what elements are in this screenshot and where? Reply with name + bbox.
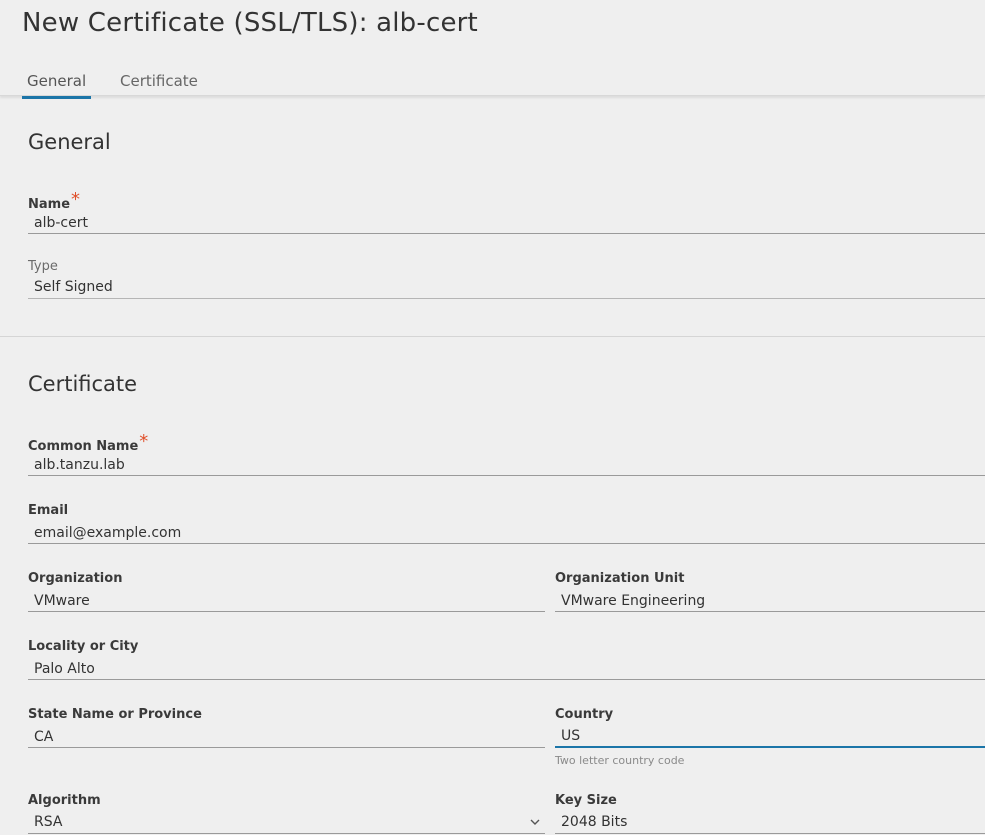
algorithm-selected-value: RSA — [34, 814, 63, 830]
email-label: Email — [28, 503, 69, 518]
algorithm-label: Algorithm — [28, 793, 101, 808]
common-name-label: Common Name* — [28, 431, 149, 455]
country-label: Country — [555, 707, 614, 722]
state-label: State Name or Province — [28, 707, 202, 722]
tab-certificate[interactable]: Certificate — [115, 72, 203, 96]
page-title: New Certificate (SSL/TLS): alb-cert — [22, 8, 478, 38]
email-input[interactable] — [28, 522, 985, 544]
section-divider — [0, 336, 985, 337]
page-header: New Certificate (SSL/TLS): alb-cert Gene… — [0, 0, 985, 99]
key-size-select[interactable]: 2048 Bits — [555, 812, 985, 834]
locality-input[interactable] — [28, 658, 985, 680]
name-label: Name* — [28, 189, 81, 213]
organization-input[interactable] — [28, 590, 545, 612]
required-marker: * — [71, 189, 81, 210]
tab-general[interactable]: General — [22, 72, 92, 99]
locality-label: Locality or City — [28, 639, 139, 654]
general-section-title: General — [28, 130, 111, 154]
organization-unit-label: Organization Unit — [555, 571, 685, 586]
type-label: Type — [28, 259, 58, 274]
common-name-input[interactable] — [28, 454, 985, 476]
common-name-label-text: Common Name — [28, 439, 139, 454]
organization-unit-input[interactable] — [555, 590, 985, 612]
country-input[interactable] — [555, 726, 985, 748]
state-input[interactable] — [28, 726, 545, 748]
name-input[interactable] — [28, 212, 985, 234]
key-size-label: Key Size — [555, 793, 617, 808]
name-label-text: Name — [28, 197, 71, 212]
organization-label: Organization — [28, 571, 123, 586]
required-marker: * — [139, 431, 149, 452]
type-value: Self Signed — [28, 277, 985, 299]
chevron-down-icon — [530, 819, 540, 825]
algorithm-select[interactable]: RSA — [28, 812, 545, 834]
country-helper-text: Two letter country code — [555, 754, 685, 767]
certificate-section-title: Certificate — [28, 372, 138, 396]
